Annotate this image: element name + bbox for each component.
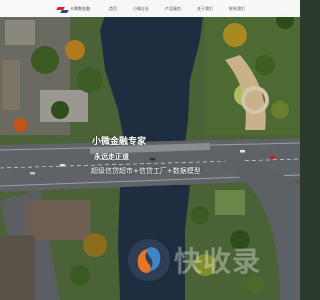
hero-banner-text: 小微金融专家 永远走正道 超级信贷超市+信贷工厂+数据模型 [91, 136, 201, 176]
site-header: 卡票数金融 首页 小微企业 产品服务 关于我们 联系我们 [0, 0, 300, 17]
watermark: 快收录 [128, 236, 293, 284]
brand-logo-icon [57, 5, 68, 13]
hero-title: 小微金融专家 [92, 137, 147, 147]
nav-item-small-business[interactable]: 小微企业 [133, 6, 149, 12]
nav-item-products[interactable]: 产品服务 [165, 6, 181, 12]
nav-item-contact[interactable]: 联系我们 [229, 6, 245, 12]
nav-item-about[interactable]: 关于我们 [197, 6, 213, 12]
hero-slogan: 永远走正道 [94, 153, 129, 161]
hero-description: 超级信贷超市+信贷工厂+数据模型 [91, 167, 201, 175]
watermark-logo-icon [128, 239, 170, 281]
main-nav: 首页 小微企业 产品服务 关于我们 联系我们 [109, 6, 245, 12]
logo-text: 卡票数金融 [70, 5, 90, 11]
nav-item-home[interactable]: 首页 [109, 6, 117, 12]
site-logo[interactable]: 卡票数金融 [57, 5, 90, 13]
watermark-text: 快收录 [174, 245, 262, 278]
